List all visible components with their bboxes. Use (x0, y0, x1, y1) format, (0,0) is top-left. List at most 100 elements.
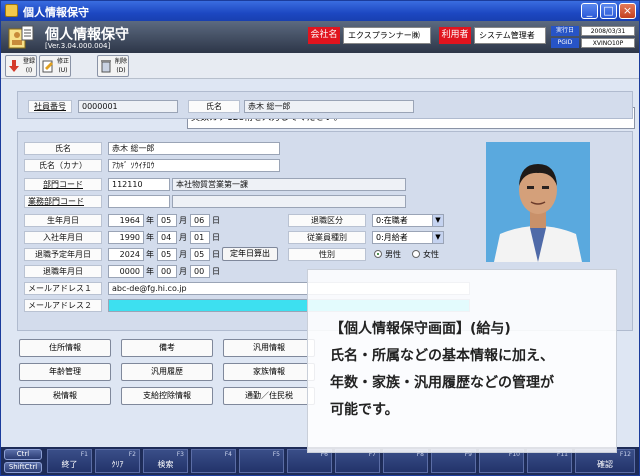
ctrl-key[interactable]: Ctrl (4, 449, 42, 460)
app-title: 個人情報保守 (45, 27, 129, 43)
join-month-field[interactable]: 04 (157, 231, 177, 244)
date-label: 実行日 (551, 26, 579, 36)
modify-icon (42, 60, 53, 73)
delete-icon (101, 60, 111, 73)
retire-month-field[interactable]: 00 (157, 265, 177, 278)
f1-key[interactable]: F1 終了 (47, 449, 92, 473)
biz-dept-code-field[interactable] (108, 195, 170, 208)
emp-no-label: 社員番号 (28, 100, 72, 113)
f4-key[interactable]: F4 (191, 449, 236, 473)
kana-label: 氏名（カナ） (24, 159, 102, 172)
birth-label: 生年月日 (24, 214, 102, 227)
calc-retire-date-button[interactable]: 定年日算出 (222, 247, 278, 261)
gender-label: 性別 (288, 248, 366, 261)
emp-type-label: 従業員種別 (288, 231, 366, 244)
f2-num: F2 (128, 451, 136, 458)
f2-label: ｸﾘｱ (111, 460, 124, 469)
emp-type-select[interactable]: 0:月給者 ▼ (372, 231, 444, 244)
overlay-line-2: 氏名・所属などの基本情報に加え、 (330, 348, 554, 364)
retire-day-unit: 日 (212, 267, 220, 276)
birth-year-field[interactable]: 1964 (108, 214, 144, 227)
join-day-field[interactable]: 01 (190, 231, 210, 244)
nav-remarks-button[interactable]: 備考 (121, 339, 213, 357)
delete-label: 削除 (D) (114, 58, 127, 74)
f2-key[interactable]: F2 ｸﾘｱ (95, 449, 140, 473)
retire-div-select[interactable]: 0:在職者 ▼ (372, 214, 444, 227)
retire-div-value: 0:在職者 (376, 216, 408, 225)
shift-ctrl-key[interactable]: ShiftCtrl (4, 462, 42, 473)
overlay-line-4: 可能です。 (330, 402, 399, 418)
register-button[interactable]: 登録 (I) (5, 55, 37, 77)
nav-tax-button[interactable]: 税情報 (19, 387, 111, 405)
join-label: 入社年月日 (24, 231, 102, 244)
retire-year-field[interactable]: 0000 (108, 265, 144, 278)
nav-age-button[interactable]: 年齢管理 (19, 363, 111, 381)
app-header: 個人情報保守 [Ver.3.04.000.004] 会社名 エクスプランナー㈱ … (1, 21, 639, 53)
f5-num: F5 (272, 451, 280, 458)
retire-plan-month-field[interactable]: 05 (157, 248, 177, 261)
register-label: 登録 (I) (22, 58, 35, 74)
mail2-label: メールアドレス２ (24, 299, 102, 312)
name-label-top: 氏名 (188, 100, 240, 113)
f3-key[interactable]: F3 検索 (143, 449, 188, 473)
modify-button[interactable]: 修正 (U) (39, 55, 71, 77)
company-value: エクスプランナー㈱ (343, 27, 431, 44)
app-icon (5, 4, 18, 17)
overlay-line-1: 【個人情報保守画面】(給与) (330, 321, 511, 337)
mail1-label: メールアドレス１ (24, 282, 102, 295)
retire-plan-month-unit: 月 (179, 250, 187, 259)
gender-male-label: 男性 (385, 250, 401, 259)
kana-field[interactable]: ｱｶｷﾞ ｿｳｲﾁﾛｳ (108, 159, 280, 172)
toolbar: 登録 (I) 修正 (U) 削除 (D) 英数カナ128桁を入力してください。 (1, 53, 639, 129)
f1-num: F1 (80, 451, 88, 458)
nav-general-history-button[interactable]: 汎用履歴 (121, 363, 213, 381)
nav-payment-deduction-button[interactable]: 支給控除情報 (121, 387, 213, 405)
nav-commute-tax-button[interactable]: 通勤／住民税 (223, 387, 315, 405)
join-year-field[interactable]: 1990 (108, 231, 144, 244)
app-version: [Ver.3.04.000.004] (45, 42, 111, 50)
f3-label: 検索 (157, 460, 174, 469)
gender-male-radio[interactable] (374, 250, 382, 258)
name-field-top[interactable]: 赤木 総一郎 (244, 100, 414, 113)
dept-code-field[interactable]: 112110 (108, 178, 170, 191)
date-value: 2008/03/31 (581, 26, 635, 36)
delete-button[interactable]: 削除 (D) (97, 55, 129, 77)
company-label: 会社名 (308, 27, 340, 44)
f4-num: F4 (224, 451, 232, 458)
retire-plan-day-field[interactable]: 05 (190, 248, 210, 261)
join-month-unit: 月 (179, 233, 187, 242)
f12-num: F12 (619, 451, 631, 458)
dept-name-field: 本社物質営業第一課 (172, 178, 406, 191)
biz-dept-label: 業務部門コード (24, 195, 102, 208)
retire-plan-label: 退職予定年月日 (24, 248, 102, 261)
retire-label: 退職年月日 (24, 265, 102, 278)
person-card-icon (8, 25, 34, 49)
gender-female-label: 女性 (423, 250, 439, 259)
pgid-value: XVINO10P (581, 38, 635, 48)
employee-photo (486, 142, 590, 262)
app-window: 個人情報保守 _ □ × 個人情報保守 [Ver.3.04.000.004] 会… (0, 0, 640, 476)
chevron-down-icon: ▼ (432, 232, 443, 243)
emp-no-field[interactable]: 0000001 (78, 100, 178, 113)
name-field[interactable]: 赤木 総一郎 (108, 142, 280, 155)
nav-general-info-button[interactable]: 汎用情報 (223, 339, 315, 357)
retire-plan-year-field[interactable]: 2024 (108, 248, 144, 261)
nav-address-button[interactable]: 住所情報 (19, 339, 111, 357)
f1-label: 終了 (61, 460, 78, 469)
register-icon (9, 60, 19, 72)
close-button[interactable]: × (619, 3, 636, 19)
f3-num: F3 (176, 451, 184, 458)
maximize-button[interactable]: □ (600, 3, 617, 19)
gender-female-radio[interactable] (412, 250, 420, 258)
pgid-label: PGID (551, 38, 579, 48)
birth-day-field[interactable]: 06 (190, 214, 210, 227)
nav-family-button[interactable]: 家族情報 (223, 363, 315, 381)
f5-key[interactable]: F5 (239, 449, 284, 473)
birth-year-unit: 年 (146, 216, 154, 225)
overlay-line-3: 年数・家族・汎用履歴などの管理が (330, 375, 554, 391)
join-year-unit: 年 (146, 233, 154, 242)
retire-day-field[interactable]: 00 (190, 265, 210, 278)
retire-plan-year-unit: 年 (146, 250, 154, 259)
birth-month-field[interactable]: 05 (157, 214, 177, 227)
minimize-button[interactable]: _ (581, 3, 598, 19)
